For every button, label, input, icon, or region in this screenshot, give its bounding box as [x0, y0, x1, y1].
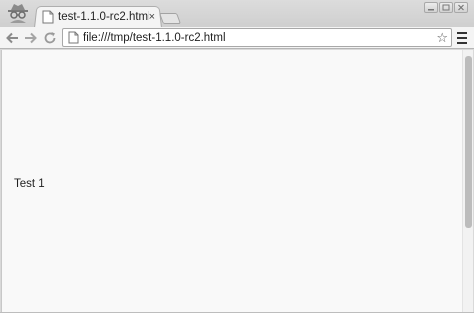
- scrollbar-thumb[interactable]: [465, 56, 472, 228]
- bookmark-star-icon[interactable]: ☆: [436, 31, 448, 44]
- toolbar: file:///tmp/test-1.1.0-rc2.html ☆: [0, 27, 474, 49]
- address-bar[interactable]: file:///tmp/test-1.1.0-rc2.html ☆: [62, 28, 452, 47]
- window-controls: [424, 2, 468, 13]
- vertical-scrollbar[interactable]: [462, 50, 473, 312]
- reload-icon: [44, 32, 56, 44]
- page-viewport: Test 1: [1, 50, 473, 312]
- incognito-icon: [8, 4, 28, 23]
- tab-close-icon[interactable]: ×: [149, 11, 155, 23]
- forward-button[interactable]: [23, 30, 39, 46]
- hamburger-menu-icon-bar: [457, 32, 467, 34]
- page-text: Test 1: [14, 178, 45, 190]
- tab-content[interactable]: test-1.1.0-rc2.html ×: [40, 7, 158, 27]
- reload-button[interactable]: [42, 30, 58, 46]
- back-button[interactable]: [4, 30, 20, 46]
- minimize-icon: [428, 8, 434, 10]
- menu-button[interactable]: [456, 31, 468, 45]
- tab-title: test-1.1.0-rc2.html: [58, 11, 149, 23]
- forward-arrow-icon: [25, 32, 37, 44]
- page-icon: [68, 31, 79, 44]
- close-window-button[interactable]: [454, 2, 468, 13]
- close-icon: [458, 4, 464, 11]
- minimize-button[interactable]: [424, 2, 438, 13]
- maximize-icon: [442, 4, 450, 11]
- maximize-button[interactable]: [439, 2, 453, 13]
- url-text[interactable]: file:///tmp/test-1.1.0-rc2.html: [83, 32, 436, 44]
- page-icon: [42, 10, 54, 24]
- new-tab-button[interactable]: [158, 13, 182, 24]
- title-bar: test-1.1.0-rc2.html ×: [0, 0, 474, 28]
- back-arrow-icon: [6, 32, 18, 44]
- hamburger-menu-icon-bar: [457, 37, 467, 39]
- hamburger-menu-icon-bar: [457, 42, 467, 44]
